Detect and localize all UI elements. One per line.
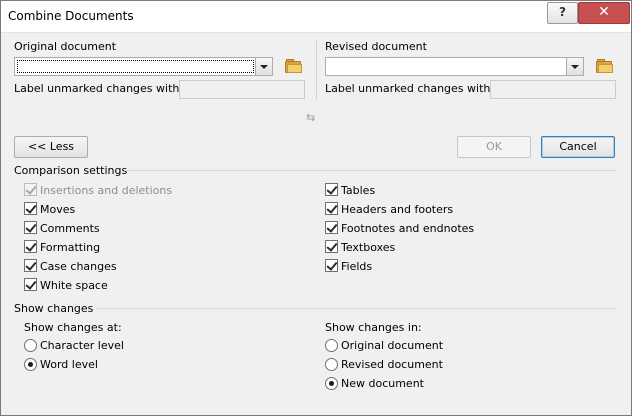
- show-changes-divider: [96, 308, 616, 309]
- headers-footers-checkbox[interactable]: [325, 202, 338, 215]
- less-button[interactable]: << Less: [14, 136, 88, 158]
- revised-unmarked-field[interactable]: [490, 80, 616, 99]
- footnotes-endnotes-label: Footnotes and endnotes: [341, 222, 475, 235]
- white-space-checkbox[interactable]: [24, 278, 37, 291]
- revised-document-combo[interactable]: [325, 57, 584, 76]
- white-space-label: White space: [40, 279, 108, 292]
- word-level-label: Word level: [40, 358, 98, 371]
- close-button[interactable]: ✕: [578, 2, 630, 24]
- insertions-deletions-checkbox[interactable]: [24, 183, 37, 196]
- original-document-radio[interactable]: [325, 339, 338, 352]
- fields-label: Fields: [341, 260, 373, 273]
- moves-label: Moves: [40, 203, 76, 216]
- folder-icon[interactable]: [285, 59, 302, 73]
- insertions-deletions-label: Insertions and deletions: [40, 184, 173, 197]
- chevron-down-icon[interactable]: [566, 58, 583, 75]
- cancel-button[interactable]: Cancel: [541, 136, 615, 158]
- original-document-option-label: Original document: [341, 339, 444, 352]
- footnotes-endnotes-checkbox[interactable]: [325, 221, 338, 234]
- textboxes-checkbox[interactable]: [325, 240, 338, 253]
- show-changes-heading: Show changes: [14, 302, 94, 315]
- headers-footers-label: Headers and footers: [341, 203, 454, 216]
- original-unmarked-field[interactable]: [179, 80, 305, 99]
- revised-document-option-label: Revised document: [341, 358, 443, 371]
- moves-checkbox[interactable]: [24, 202, 37, 215]
- character-level-radio[interactable]: [24, 339, 37, 352]
- character-level-label: Character level: [40, 339, 124, 352]
- revised-document-value: [328, 60, 565, 73]
- original-unmarked-label: Label unmarked changes with:: [14, 82, 184, 95]
- original-document-label: Original document: [14, 40, 117, 53]
- new-document-option-label: New document: [341, 377, 424, 390]
- comments-label: Comments: [40, 222, 100, 235]
- revised-document-label: Revised document: [325, 40, 427, 53]
- case-changes-checkbox[interactable]: [24, 259, 37, 272]
- help-button[interactable]: ?: [547, 2, 578, 24]
- comparison-divider: [124, 170, 616, 171]
- tables-checkbox[interactable]: [325, 183, 338, 196]
- formatting-label: Formatting: [40, 241, 101, 254]
- revised-document-radio[interactable]: [325, 358, 338, 371]
- folder-icon[interactable]: [596, 59, 613, 73]
- tables-label: Tables: [341, 184, 376, 197]
- original-document-combo[interactable]: [14, 57, 273, 76]
- chevron-down-icon[interactable]: [255, 58, 272, 75]
- comparison-settings-heading: Comparison settings: [14, 164, 128, 177]
- title-bar: Combine Documents ? ✕: [0, 0, 632, 33]
- case-changes-label: Case changes: [40, 260, 117, 273]
- swap-arrows-icon[interactable]: ⇆: [306, 112, 315, 123]
- ok-button[interactable]: OK: [457, 136, 531, 158]
- fields-checkbox[interactable]: [325, 259, 338, 272]
- vertical-divider: [316, 40, 317, 100]
- revised-unmarked-label: Label unmarked changes with:: [325, 82, 495, 95]
- new-document-radio[interactable]: [325, 377, 338, 390]
- formatting-checkbox[interactable]: [24, 240, 37, 253]
- textboxes-label: Textboxes: [341, 241, 396, 254]
- comments-checkbox[interactable]: [24, 221, 37, 234]
- show-changes-at-label: Show changes at:: [24, 321, 122, 334]
- dialog-title: Combine Documents: [8, 9, 134, 23]
- original-document-value: [17, 60, 254, 73]
- word-level-radio[interactable]: [24, 358, 37, 371]
- show-changes-in-label: Show changes in:: [325, 321, 422, 334]
